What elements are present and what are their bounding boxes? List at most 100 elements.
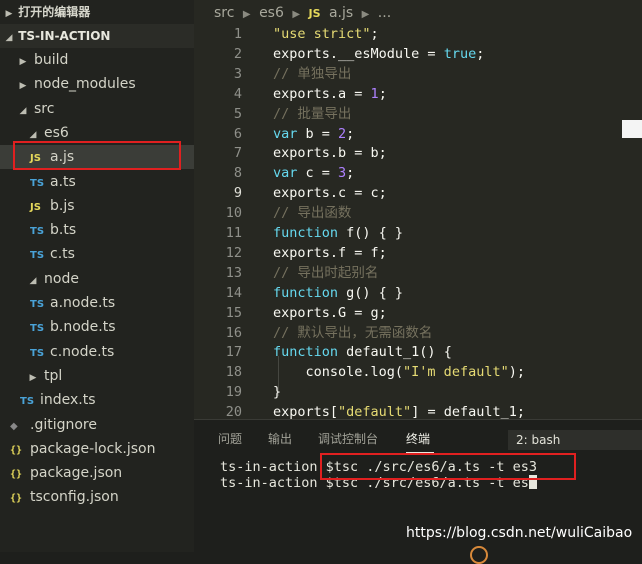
code-line[interactable]: 18 console.log("I'm default"); <box>194 362 642 382</box>
tree-item-tsconfig-json[interactable]: {} tsconfig.json <box>0 485 194 509</box>
line-number: 8 <box>233 165 242 182</box>
code-token: f() { } <box>338 225 404 241</box>
code-line[interactable]: 19} <box>194 382 642 402</box>
tree-item-label: c.ts <box>50 246 75 263</box>
code-token: exports.f = f; <box>273 244 387 261</box>
breadcrumb-es6[interactable]: es6 <box>259 5 284 21</box>
code-line[interactable]: 15 exports.G = g; <box>194 303 642 323</box>
code-token: exports[ <box>273 404 339 419</box>
tree-item-b-js[interactable]: JS b.js <box>0 194 194 218</box>
code-token: exports.a = <box>273 85 371 102</box>
tree-item-package-json[interactable]: {} package.json <box>0 461 194 485</box>
tree-item-a-node-ts[interactable]: TS a.node.ts <box>0 291 194 315</box>
js-file-icon: JS <box>30 201 41 213</box>
tree-item--gitignore[interactable]: ◆ .gitignore <box>0 413 194 437</box>
line-number: 2 <box>233 45 242 62</box>
tree-item-tpl[interactable]: ▶ tpl <box>0 364 194 388</box>
line-number: 19 <box>225 384 242 401</box>
code-line[interactable]: 10 // 导出函数 <box>194 203 642 223</box>
tab-terminal[interactable]: 终端 <box>406 430 430 447</box>
code-text: } <box>273 382 281 402</box>
code-line[interactable]: 12 exports.f = f; <box>194 243 642 263</box>
code-line[interactable]: 6 var b = 2; <box>194 124 642 144</box>
code-token: "use strict" <box>273 26 371 42</box>
code-line[interactable]: 5 // 批量导出 <box>194 104 642 124</box>
tree-item-label: build <box>34 52 69 68</box>
line-number: 1 <box>233 26 242 42</box>
code-text: // 默认导出，无需函数名 <box>273 323 432 343</box>
code-line[interactable]: 7 exports.b = b; <box>194 143 642 163</box>
code-text: "use strict"; <box>273 26 379 44</box>
code-line[interactable]: 16 // 默认导出，无需函数名 <box>194 323 642 343</box>
code-line[interactable]: 17 function default_1() { <box>194 342 642 362</box>
tree-item-package-lock-json[interactable]: {} package-lock.json <box>0 437 194 461</box>
code-token: ; <box>346 125 355 142</box>
code-line[interactable]: 9 exports.c = c; <box>194 183 642 203</box>
tree-item-b-ts[interactable]: TS b.ts <box>0 218 194 242</box>
breadcrumb-more[interactable]: ... <box>378 5 391 21</box>
tree-item-a-ts[interactable]: TS a.ts <box>0 170 194 194</box>
open-editors-header[interactable]: ▶ 打开的编辑器 <box>0 0 194 24</box>
line-number: 6 <box>233 125 242 142</box>
code-line[interactable]: 14 function g() { } <box>194 283 642 303</box>
line-number: 10 <box>225 205 242 222</box>
tree-item-label: package-lock.json <box>30 440 156 457</box>
code-token: g() { } <box>338 284 404 301</box>
chevron-down-icon: ◢ <box>19 105 27 116</box>
code-text: var c = 3; <box>273 163 354 183</box>
tree-item-src[interactable]: ◢ src <box>0 97 194 121</box>
code-token: ); <box>508 364 525 381</box>
code-line[interactable]: 4 exports.a = 1; <box>194 84 642 104</box>
project-header[interactable]: ◢ TS-IN-ACTION <box>0 24 194 48</box>
tree-item-label: es6 <box>44 124 69 141</box>
code-line[interactable]: 13 // 导出时起别名 <box>194 263 642 283</box>
breadcrumb: src ▶ es6 ▶ JS a.js ▶ ... <box>194 0 642 26</box>
code-text: exports["default"] = default_1; <box>273 402 525 419</box>
tree-item-label: a.ts <box>50 173 76 190</box>
tree-item-es6[interactable]: ◢ es6 <box>0 121 194 145</box>
tree-item-node[interactable]: ◢ node <box>0 267 194 291</box>
terminal-line-2-text: ts-in-action $tsc ./src/es6/a.ts -t es <box>220 475 529 491</box>
tab-problems[interactable]: 问题 <box>218 430 242 447</box>
code-editor[interactable]: 1 "use strict"; 2 exports.__esModule = true… <box>194 26 642 419</box>
tree-item-a-js[interactable]: JS a.js <box>0 145 194 170</box>
code-token: "default" <box>338 404 412 419</box>
code-line[interactable]: 20 exports["default"] = default_1; <box>194 402 642 419</box>
code-line[interactable]: 1 "use strict"; <box>194 26 642 44</box>
code-line[interactable]: 2 exports.__esModule = true; <box>194 44 642 64</box>
line-number: 13 <box>225 264 242 281</box>
code-line[interactable]: 3 // 单独导出 <box>194 64 642 84</box>
tree-item-c-node-ts[interactable]: TS c.node.ts <box>0 340 194 364</box>
tree-item-c-ts[interactable]: TS c.ts <box>0 242 194 266</box>
line-number: 4 <box>233 85 242 102</box>
chevron-right-icon: ▶ <box>5 9 13 19</box>
terminal-line-1: ts-in-action $tsc ./src/es6/a.ts -t es3 <box>220 459 537 475</box>
code-line[interactable]: 8 var c = 3; <box>194 163 642 183</box>
code-token: var <box>273 165 298 182</box>
tree-item-label: c.node.ts <box>50 343 115 360</box>
code-line[interactable]: 11 function f() { } <box>194 223 642 243</box>
chevron-right-icon: ▶ <box>361 9 370 20</box>
code-token: ] = default_1; <box>411 404 525 419</box>
line-number: 18 <box>225 364 242 381</box>
tree-item-b-node-ts[interactable]: TS b.node.ts <box>0 315 194 339</box>
code-text: console.log("I'm default"); <box>273 362 525 382</box>
breadcrumb-file[interactable]: a.js <box>329 5 353 21</box>
ts-file-icon: TS <box>30 299 45 310</box>
terminal-select[interactable]: 2: bash <box>508 430 642 450</box>
watermark: https://blog.csdn.net/wuliCaibao <box>406 525 633 541</box>
tree-item-node-modules[interactable]: ▶ node_modules <box>0 72 194 96</box>
tab-debug-console[interactable]: 调试控制台 <box>318 430 378 447</box>
line-number: 5 <box>233 105 242 122</box>
tab-output[interactable]: 输出 <box>268 430 292 447</box>
terminal-line-2[interactable]: ts-in-action $tsc ./src/es6/a.ts -t es <box>220 475 537 491</box>
code-token: exports.b = b; <box>273 145 387 162</box>
tree-item-index-ts[interactable]: TS index.ts <box>0 388 194 412</box>
ts-file-icon: TS <box>30 226 45 238</box>
code-token: ; <box>346 165 355 182</box>
breadcrumb-src[interactable]: src <box>214 5 234 21</box>
code-token: // 默认导出，无需函数名 <box>273 324 433 341</box>
vscode-window: ▶ 打开的编辑器 ◢ TS-IN-ACTION ▶ build ▶ node_modu… <box>0 0 642 564</box>
tree-item-build[interactable]: ▶ build <box>0 48 194 72</box>
code-token: ; <box>370 26 379 42</box>
